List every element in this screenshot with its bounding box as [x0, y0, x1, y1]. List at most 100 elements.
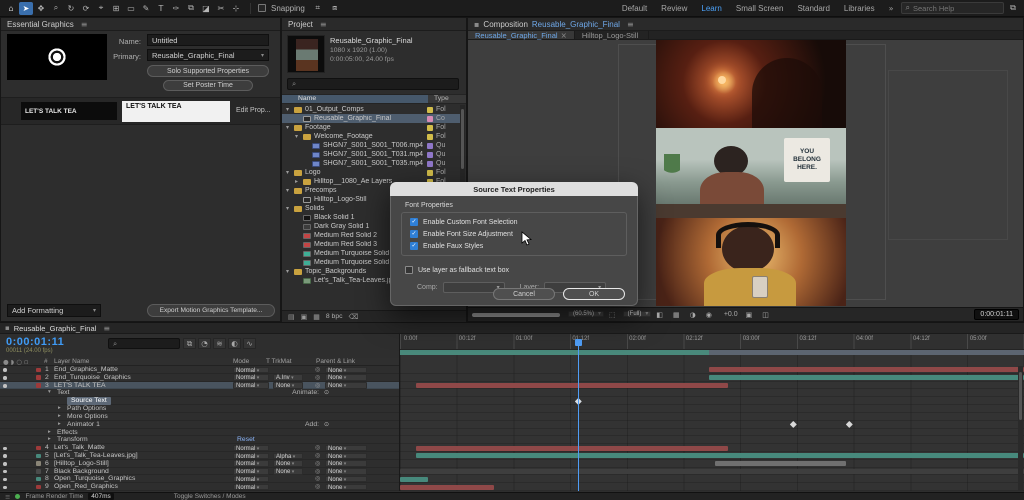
timeline-graph-row[interactable]	[400, 483, 1024, 491]
layer-name[interactable]: Effects	[57, 429, 78, 437]
transparency-grid-icon[interactable]: ▦	[670, 311, 685, 319]
timeline-graph-row[interactable]	[400, 452, 1024, 460]
timeline-row[interactable]: ▾ Text Animate: ⊙ ◎	[0, 389, 399, 398]
layer-name[interactable]: Open_Red_Graphics	[54, 483, 118, 491]
essential-graphics-header[interactable]: Essential Graphics ≡	[1, 18, 280, 31]
new-composition-icon[interactable]: ▦	[313, 313, 320, 321]
workspace-tab[interactable]: Small Screen	[729, 4, 791, 13]
panel-menu-icon[interactable]: ≡	[103, 324, 110, 333]
twirl-arrow[interactable]: ▸	[58, 421, 61, 429]
track-matte-dropdown[interactable]: None	[273, 382, 303, 389]
layer-name[interactable]: Text	[57, 389, 69, 397]
layer-name[interactable]: Source Text	[67, 397, 111, 406]
twirl-arrow[interactable]: ▸	[58, 405, 61, 413]
track-matte-dropdown[interactable]: Alpha	[273, 452, 303, 460]
dialog-checkbox-row[interactable]: Enable Font Size Adjustment	[410, 228, 618, 240]
layer-name[interactable]: LET'S TALK TEA	[54, 382, 106, 390]
timeline-graph-row[interactable]	[400, 444, 1024, 452]
pickwhip-icon[interactable]: ◎	[315, 483, 320, 491]
project-item-row[interactable]: ▾ Logo Fol	[282, 168, 460, 177]
pickwhip-icon[interactable]: ◎	[315, 452, 320, 460]
parent-dropdown[interactable]: None	[325, 468, 367, 475]
export-mogrt-button[interactable]: Export Motion Graphics Template...	[147, 304, 275, 317]
label-color-chip[interactable]	[427, 133, 433, 140]
layer-duration-bar[interactable]	[415, 453, 1024, 459]
camera-tool-icon[interactable]: ⌖	[94, 2, 108, 15]
workspace-tab[interactable]: Default	[615, 4, 654, 13]
motion-blur-icon[interactable]: ◐	[228, 338, 241, 349]
timeline-row[interactable]: ▸ Animator 1 Add: ⊙ ◎	[0, 421, 399, 429]
trkmat-column-header[interactable]: T TrkMat	[266, 358, 292, 366]
twirl-arrow[interactable]: ▸	[48, 429, 51, 437]
layer-name[interactable]: Open_Turquoise_Graphics	[54, 475, 135, 483]
layer-color-chip[interactable]	[36, 476, 41, 482]
blend-mode-dropdown[interactable]: Normal	[233, 468, 269, 475]
grid-and-guides-icon[interactable]: ⬚	[606, 311, 621, 319]
layer-name[interactable]: Let's_Talk_Matte	[54, 444, 105, 452]
label-color-chip[interactable]	[427, 106, 433, 113]
timeline-row[interactable]: Source Text ⊙ ◎	[0, 397, 399, 406]
project-column-headers[interactable]: Name Type	[282, 94, 466, 104]
visibility-eye-icon[interactable]	[3, 477, 7, 482]
label-color-chip[interactable]	[427, 151, 433, 158]
type-column-header[interactable]: Type	[434, 95, 449, 103]
viewer-tab[interactable]: Reusable_Graphic_Final ×	[468, 31, 575, 40]
toggle-switches-modes-button[interactable]: Toggle Switches / Modes	[174, 493, 246, 500]
resolution-popup[interactable]: (Full)	[622, 310, 652, 317]
layer-color-chip[interactable]	[36, 445, 41, 451]
dialog-checkbox-row[interactable]: Enable Custom Font Selection	[410, 216, 618, 228]
label-color-chip[interactable]	[427, 124, 433, 131]
visibility-eye-icon[interactable]	[3, 376, 7, 380]
layer-color-chip[interactable]	[36, 461, 41, 466]
frame-blending-icon[interactable]: ≋	[213, 338, 226, 349]
timeline-tab[interactable]: Reusable_Graphic_Final	[14, 324, 97, 333]
pickwhip-icon[interactable]: ◎	[315, 444, 320, 452]
visibility-eye-icon[interactable]	[3, 368, 7, 372]
blend-mode-dropdown[interactable]: Normal	[233, 444, 269, 452]
project-search-field[interactable]: ⌕	[287, 78, 459, 90]
workspace-tab[interactable]: Libraries	[837, 4, 882, 13]
disclosure-arrow[interactable]: ▾	[295, 133, 303, 140]
zoom-tool-icon[interactable]: ⌕	[49, 2, 63, 15]
blend-mode-dropdown[interactable]: Normal	[233, 452, 269, 460]
layer-duration-bar[interactable]	[708, 367, 1024, 373]
timeline-graph-row[interactable]	[400, 429, 1024, 437]
timeline-graph-row[interactable]	[400, 475, 1024, 484]
checkbox[interactable]	[410, 230, 418, 238]
selected-item-name[interactable]: Reusable_Graphic_Final	[330, 36, 413, 45]
interpret-footage-icon[interactable]: ▤	[288, 313, 295, 321]
pickwhip-icon[interactable]: ◎	[315, 468, 320, 476]
mode-column-header[interactable]: Mode	[233, 358, 249, 366]
timeline-row[interactable]: ▸ More Options ⊙ ◎	[0, 413, 399, 421]
layer-duration-bar[interactable]	[415, 445, 728, 451]
orbit-camera-tool-icon[interactable]: ↻	[64, 2, 78, 15]
visibility-eye-icon[interactable]	[3, 454, 7, 458]
checkbox[interactable]	[410, 218, 418, 226]
help-search[interactable]: ⌕	[900, 2, 1004, 14]
cancel-button[interactable]: Cancel	[493, 288, 555, 300]
layer-name[interactable]: Transform	[57, 436, 88, 444]
label-color-chip[interactable]	[427, 160, 433, 167]
disclosure-arrow[interactable]: ▾	[286, 124, 294, 131]
twirl-arrow[interactable]: ▸	[48, 436, 51, 444]
brush-tool-icon[interactable]: ✑	[169, 2, 183, 15]
puppet-pin-tool-icon[interactable]: ⊹	[229, 2, 243, 15]
draft-3d-icon[interactable]: ◔	[198, 338, 211, 349]
timeline-row[interactable]: ▸ Path Options ⊙ ◎	[0, 405, 399, 413]
blend-mode-dropdown[interactable]: Normal	[233, 366, 269, 374]
disclosure-arrow[interactable]: ▾	[286, 268, 294, 275]
keyframe-icon[interactable]	[575, 397, 582, 405]
workspace-tab[interactable]: Standard	[790, 4, 836, 13]
timeline-graph-row[interactable]	[400, 413, 1024, 421]
timeline-graph-row[interactable]	[400, 382, 1024, 390]
reset-link[interactable]: Reset	[237, 436, 255, 444]
graph-editor-icon[interactable]: ∿	[243, 338, 256, 349]
timeline-row[interactable]: ▸ Effects ⊙ ◎	[0, 429, 399, 437]
editable-text-field[interactable]: LET'S TALK TEA	[122, 101, 230, 122]
track-matte-dropdown[interactable]: A.Inv	[273, 374, 303, 381]
project-item-row[interactable]: ▾ Footage Fol	[282, 123, 460, 132]
pan-behind-tool-icon[interactable]: ⊞	[109, 2, 123, 15]
timeline-graph-row[interactable]	[400, 468, 1024, 476]
exposure-value[interactable]: +0.0	[719, 311, 741, 319]
viewer-tab[interactable]: Hilltop_Logo-Still	[575, 31, 650, 40]
